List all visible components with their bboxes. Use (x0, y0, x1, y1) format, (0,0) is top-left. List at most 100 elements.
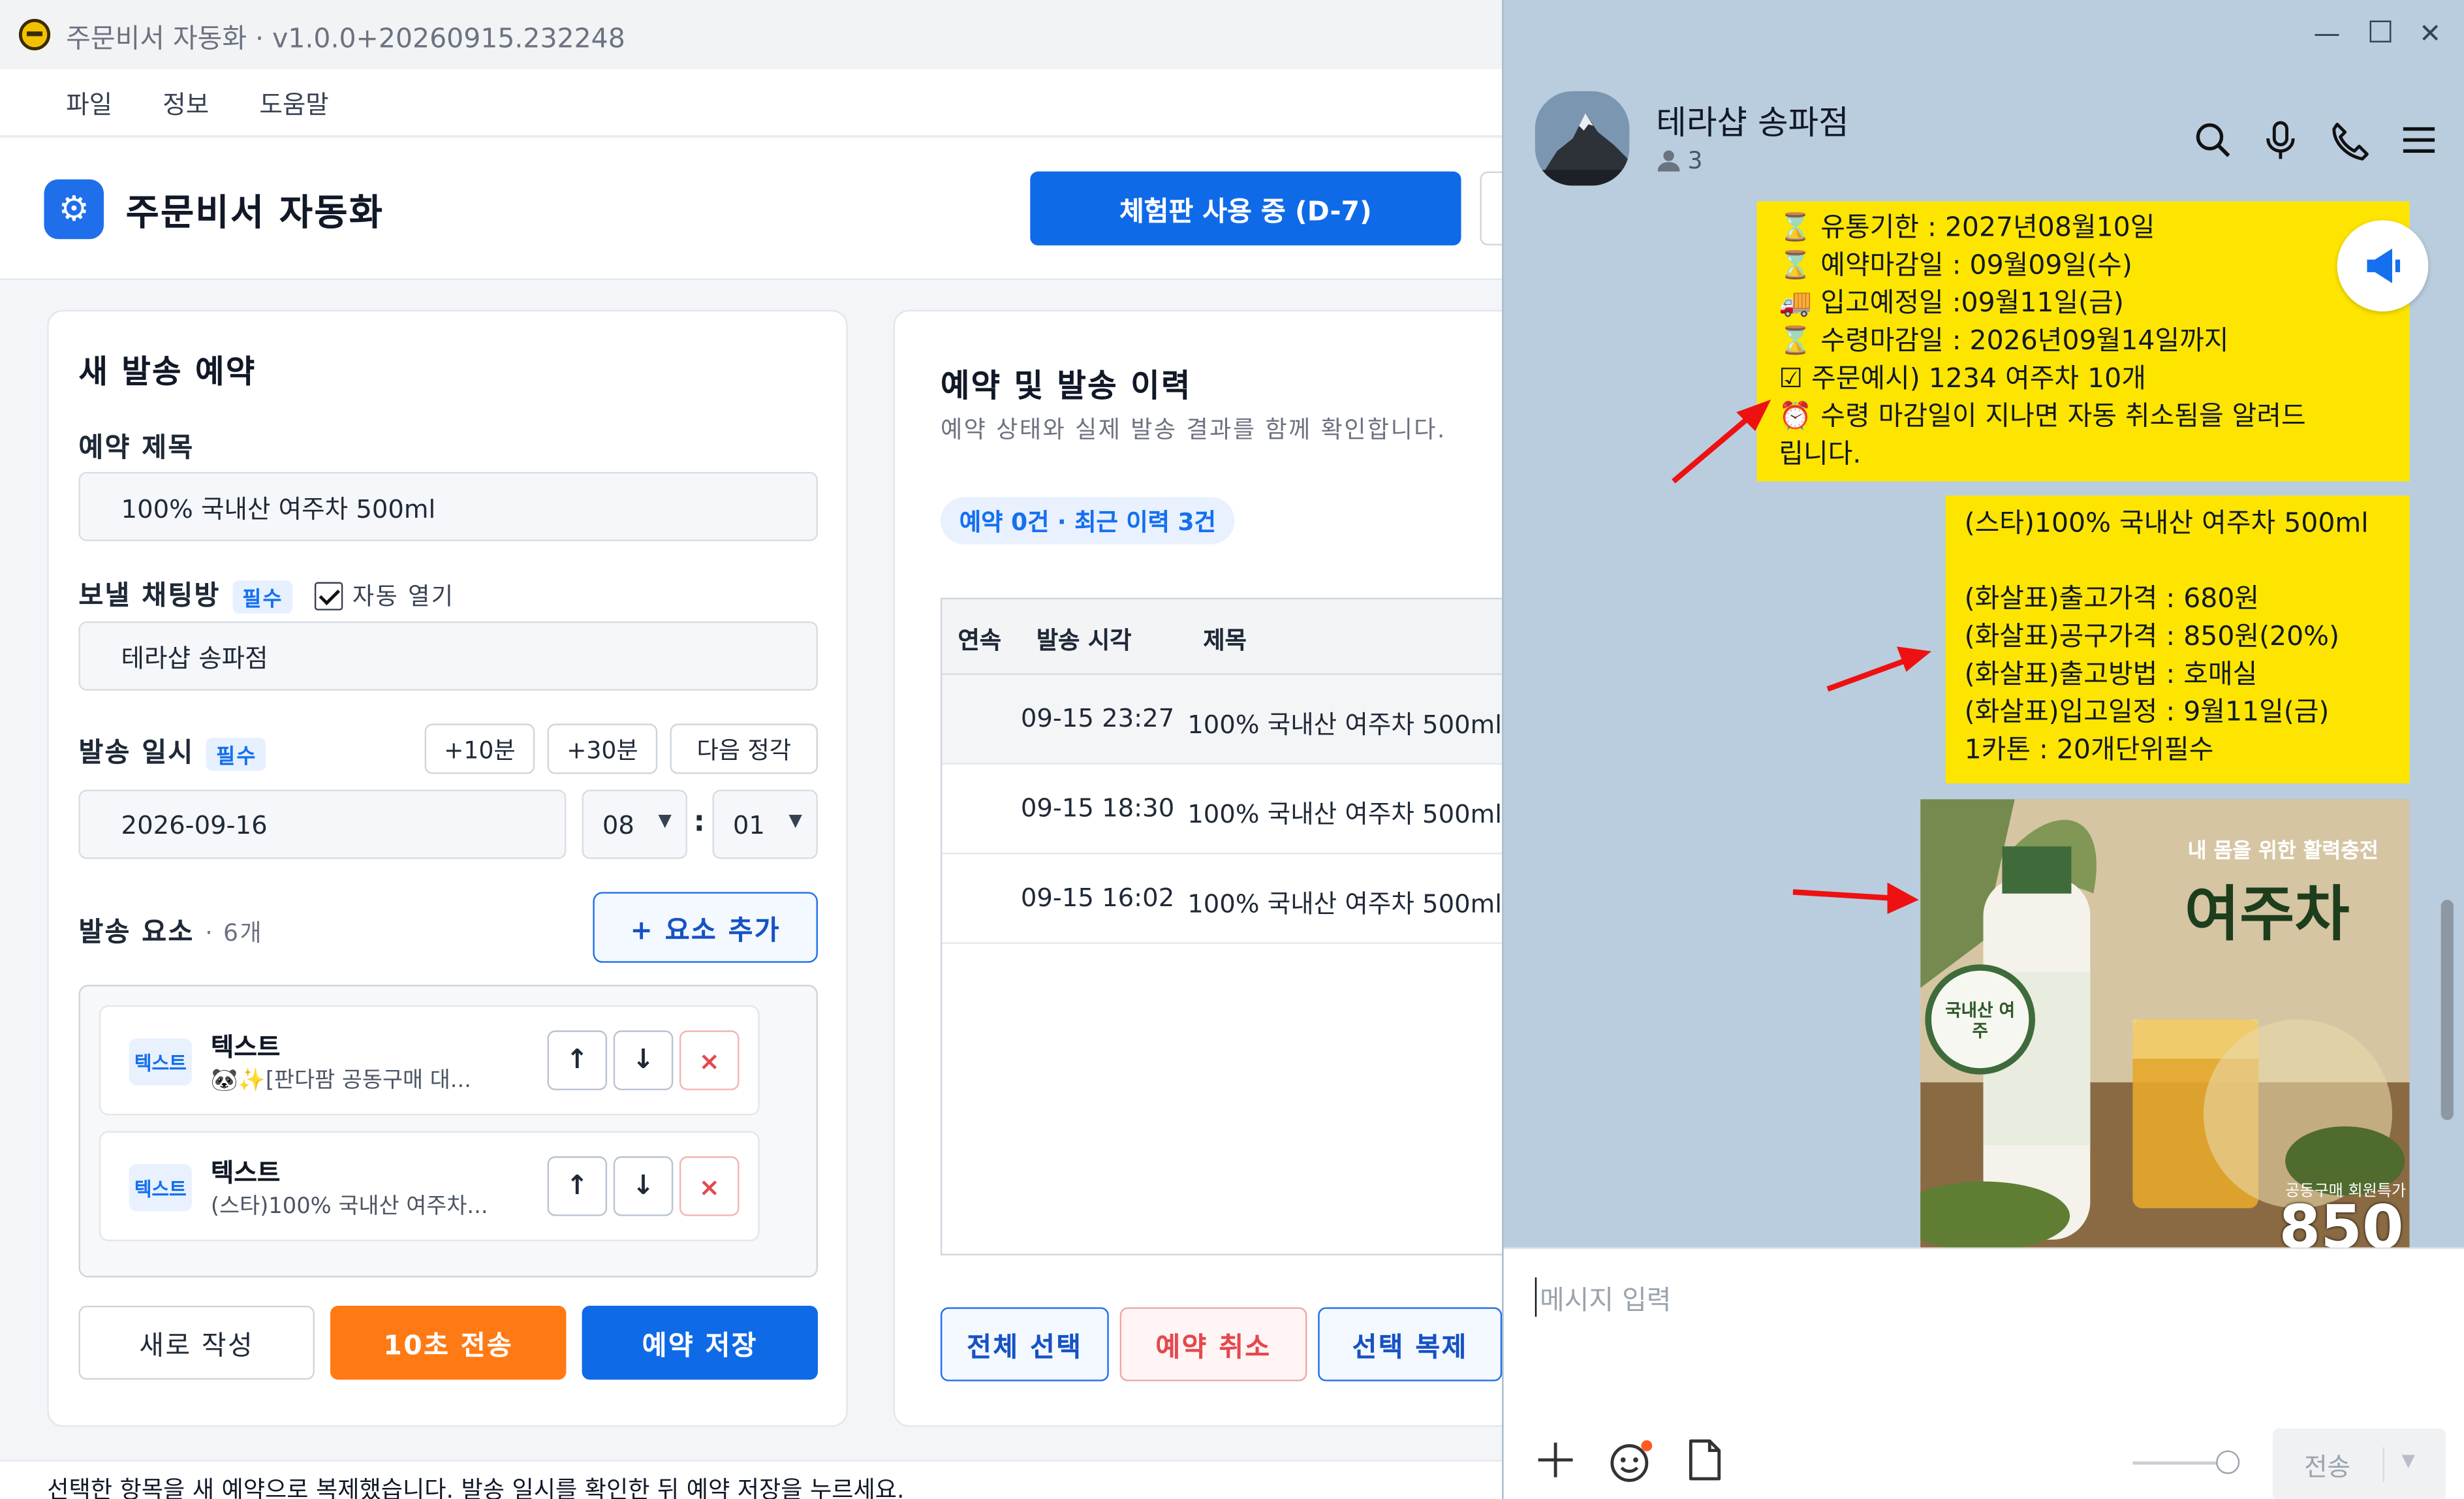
app-titlebar: 주문비서 자동화 · v1.0.0+20260915.232248 (0, 0, 1504, 70)
message-promo-image[interactable]: 내 몸을 위한 활력충전 여주차 국내산 여주 공동구매 회원특가 850 (1920, 799, 2410, 1248)
datetime-label-row: 발송 일시 필수 (78, 730, 267, 770)
menu-file[interactable]: 파일 (66, 84, 112, 121)
history-table: 연속 발송 시각 제목 09-15 23:27 100% 국내산 여주차 500… (940, 597, 1504, 1255)
plus-10min-button[interactable]: +10분 (424, 723, 535, 774)
hamburger-menu-icon[interactable] (2397, 118, 2441, 162)
add-element-button[interactable]: + 요소 추가 (593, 892, 818, 963)
menu-info[interactable]: 정보 (163, 84, 209, 121)
minimize-icon[interactable]: — (2314, 19, 2341, 50)
cancel-schedule-button[interactable]: 예약 취소 (1119, 1307, 1307, 1381)
history-count-badge: 예약 0건 · 최근 이력 3건 (940, 497, 1235, 544)
notice-megaphone-icon[interactable] (2337, 220, 2429, 312)
save-schedule-button[interactable]: 예약 저장 (582, 1305, 818, 1380)
send-10s-button[interactable]: 10초 전송 (330, 1305, 567, 1380)
auto-open-checkbox[interactable] (315, 582, 343, 610)
microphone-icon[interactable] (2258, 118, 2302, 162)
room-label: 보낼 채팅방 (78, 580, 221, 612)
minute-select[interactable]: 01 ▼ (712, 789, 818, 859)
send-label: 전송 (2304, 1452, 2351, 1482)
plus-icon[interactable] (1535, 1440, 1576, 1481)
elements-list: 텍스트 텍스트 🐼✨[판다팜 공동구매 대... ↑ ↓ × 텍스트 텍스트 (… (78, 985, 818, 1278)
select-all-button[interactable]: 전체 선택 (940, 1307, 1109, 1381)
megaphone-glyph (2367, 248, 2401, 283)
maximize-icon[interactable]: ☐ (2367, 16, 2394, 50)
next-hour-button[interactable]: 다음 정각 (670, 723, 818, 774)
element-type-tag: 텍스트 (129, 1164, 192, 1212)
room-input[interactable]: 테라샵 송파점 (78, 621, 818, 691)
window-title: 주문비서 자동화 · v1.0.0+20260915.232248 (66, 22, 625, 55)
delete-element-button[interactable]: × (679, 1030, 740, 1090)
plus-30min-button[interactable]: +30분 (547, 723, 658, 774)
table-header: 연속 발송 시각 제목 (942, 599, 1504, 675)
red-arrow-icon (1826, 646, 1931, 692)
opacity-slider-track[interactable] (2132, 1461, 2219, 1465)
elements-label-row: 발송 요소 · 6개 (78, 909, 263, 949)
red-arrow-icon (1792, 882, 1919, 914)
list-item[interactable]: 텍스트 텍스트 (스타)100% 국내산 여주차... ↑ ↓ × (99, 1131, 760, 1242)
close-icon[interactable]: ✕ (2419, 19, 2441, 50)
col-send-time[interactable]: 발송 시각 (1037, 623, 1132, 656)
emoji-icon[interactable] (1608, 1438, 1655, 1485)
chat-scrollbar[interactable] (2441, 900, 2454, 1120)
person-icon (1657, 150, 1680, 172)
search-icon[interactable] (2191, 118, 2235, 162)
minute-value: 01 (732, 809, 765, 840)
title-label: 예약 제목 (78, 432, 195, 464)
element-title: 텍스트 (210, 1032, 281, 1062)
message-bubble-price[interactable]: (스타)100% 국내산 여주차 500ml (화살표)출고가격 : 680원 … (1945, 496, 2410, 783)
elements-label: 발송 요소 (78, 917, 195, 949)
element-preview: (스타)100% 국내산 여주차... (210, 1193, 488, 1220)
promo-badge: 국내산 여주 (1945, 1000, 2016, 1042)
promo-tagline: 내 몸을 위한 활력충전 (2187, 840, 2378, 864)
trial-status-button[interactable]: 체험판 사용 중 (D-7) (1030, 171, 1461, 245)
phone-icon[interactable] (2328, 118, 2371, 162)
list-item[interactable]: 텍스트 텍스트 🐼✨[판다팜 공동구매 대... ↑ ↓ × (99, 1005, 760, 1116)
hour-value: 08 (602, 809, 634, 840)
duplicate-selected-button[interactable]: 선택 복제 (1318, 1307, 1503, 1381)
mountain-avatar-image (1535, 91, 1630, 186)
table-row[interactable]: 09-15 16:02 100% 국내산 여주차 500ml (942, 854, 1504, 944)
date-input[interactable]: 2026-09-16 (78, 789, 567, 859)
row-title: 100% 국내산 여주차 500ml (1187, 889, 1502, 919)
chevron-down-icon: ▼ (788, 810, 802, 831)
move-up-button[interactable]: ↑ (547, 1030, 608, 1090)
room-avatar[interactable] (1535, 91, 1630, 186)
move-down-button[interactable]: ↓ (613, 1156, 674, 1216)
history-heading: 예약 및 발송 이력 (940, 366, 1192, 405)
file-icon[interactable] (1686, 1438, 1724, 1481)
row-title: 100% 국내산 여주차 500ml (1187, 799, 1502, 829)
message-bubble-info[interactable]: ⌛ 유통기한 : 2027년08월10일 ⌛ 예약마감일 : 09월09일(수)… (1756, 201, 2410, 482)
table-row[interactable]: 09-15 23:27 100% 국내산 여주차 500ml (942, 674, 1504, 765)
move-up-button[interactable]: ↑ (547, 1156, 608, 1216)
app-title: 주문비서 자동화 (125, 193, 384, 235)
history-description: 예약 상태와 실제 발송 결과를 함께 확인합니다. (940, 415, 1446, 444)
bee-app-icon (18, 18, 51, 51)
message-composer: 메시지 입력 전송 ▼ (1503, 1247, 2464, 1499)
table-row[interactable]: 09-15 18:30 100% 국내산 여주차 500ml (942, 765, 1504, 855)
chevron-down-icon[interactable]: ▼ (2401, 1451, 2414, 1471)
row-time: 09-15 23:27 (1020, 703, 1175, 733)
col-sequence[interactable]: 연속 (958, 623, 1001, 656)
red-arrow-icon (1672, 400, 1771, 484)
required-badge: 필수 (206, 736, 267, 770)
element-preview: 🐼✨[판다팜 공동구매 대... (210, 1068, 471, 1094)
element-title: 텍스트 (210, 1158, 281, 1188)
message-input[interactable]: 메시지 입력 (1535, 1277, 1671, 1317)
header-extra-button[interactable] (1480, 171, 1504, 245)
title-input[interactable]: 100% 국내산 여주차 500ml (78, 471, 818, 541)
chat-room-name: 테라샵 송파점 (1656, 104, 1849, 142)
room-label-row: 보낼 채팅방 필수 자동 열기 (78, 573, 455, 613)
opacity-slider-handle[interactable] (2216, 1450, 2240, 1474)
row-time: 09-15 18:30 (1020, 793, 1175, 823)
col-title[interactable]: 제목 (1203, 623, 1247, 656)
elements-count: · 6개 (205, 919, 264, 947)
new-draft-button[interactable]: 새로 작성 (78, 1305, 315, 1380)
auto-open-label[interactable]: 자동 열기 (352, 582, 455, 610)
status-bar: 선택한 항목을 새 예약으로 복제했습니다. 발송 일시를 확인한 뒤 예약 저… (0, 1460, 1504, 1499)
move-down-button[interactable]: ↓ (613, 1030, 674, 1090)
hour-select[interactable]: 08 ▼ (582, 789, 687, 859)
member-count: 3 (1687, 146, 1703, 175)
menu-help[interactable]: 도움말 (259, 84, 328, 121)
delete-element-button[interactable]: × (679, 1156, 740, 1216)
send-button[interactable]: 전송 ▼ (2272, 1428, 2446, 1499)
